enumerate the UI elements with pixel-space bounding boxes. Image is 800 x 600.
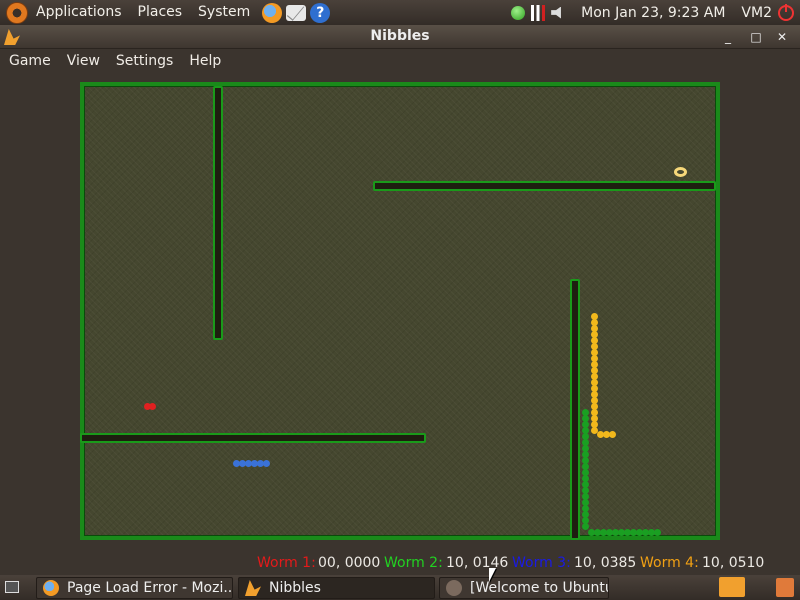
places-menu[interactable]: Places [130, 0, 191, 25]
worm-4-score: 10, 0510 [702, 555, 765, 571]
game-board[interactable] [80, 82, 720, 540]
bottom-panel: Page Load Error - Mozi... Nibbles [Welco… [0, 575, 800, 600]
mouse-cursor-icon [489, 568, 496, 582]
worm-3-label: Worm 3: [512, 555, 571, 571]
nibbles-window: Nibbles _ □ ✕ Game View Settings Help Wo… [0, 25, 800, 575]
worm-segment [582, 523, 589, 530]
menu-settings[interactable]: Settings [108, 53, 181, 69]
task-nibbles[interactable]: Nibbles [238, 577, 435, 599]
title-bar[interactable]: Nibbles _ □ ✕ [0, 25, 800, 49]
system-tray: Mon Jan 23, 9:23 AM VM2 [511, 3, 800, 21]
menu-help[interactable]: Help [181, 53, 229, 69]
worm-segment [263, 460, 270, 467]
nibbles-icon [245, 580, 261, 596]
worm-2-score: 10, 0146 [446, 555, 509, 571]
wall-horizontal-top-right [373, 181, 716, 191]
worm-3-score: 10, 0385 [574, 555, 637, 571]
menu-view[interactable]: View [59, 53, 108, 69]
browser-icon [446, 580, 462, 596]
nibbles-tray-icon[interactable] [719, 577, 745, 597]
network-status-icon[interactable] [511, 5, 526, 20]
user-menu[interactable]: VM2 [741, 5, 772, 21]
maximize-button[interactable]: □ [747, 28, 765, 46]
worm-1-score: 00, 0000 [318, 555, 381, 571]
task-label: [Welcome to Ubuntu 9.... [470, 580, 609, 596]
worm-1-label: Worm 1: [257, 555, 316, 571]
worm-4-label: Worm 4: [640, 555, 699, 571]
applications-menu[interactable]: Applications [28, 0, 130, 25]
top-panel: Applications Places System ? Mon Jan 23,… [0, 0, 800, 25]
close-button[interactable]: ✕ [773, 28, 791, 46]
task-firefox[interactable]: Page Load Error - Mozi... [36, 577, 233, 599]
scoreboard: Worm 1: 00, 0000 Worm 2: 10, 0146 Worm 3… [0, 552, 800, 574]
window-title: Nibbles [370, 28, 430, 44]
worm-segment [654, 529, 661, 536]
clock[interactable]: Mon Jan 23, 9:23 AM [571, 5, 735, 21]
show-desktop-icon[interactable] [5, 581, 19, 593]
mail-launcher-icon[interactable] [286, 4, 307, 21]
ubuntu-logo-icon[interactable] [6, 1, 28, 24]
signal-icon[interactable] [531, 4, 546, 21]
menu-bar: Game View Settings Help [0, 49, 800, 73]
help-launcher-icon[interactable]: ? [310, 2, 331, 23]
worm-segment [149, 403, 156, 410]
wall-vertical-left [213, 86, 223, 340]
trash-icon[interactable] [776, 578, 794, 597]
task-welcome[interactable]: [Welcome to Ubuntu 9.... [439, 577, 609, 599]
system-menu[interactable]: System [190, 0, 258, 25]
worm-segment [609, 431, 616, 438]
wall-horizontal-bottom-left [80, 433, 426, 443]
wall-vertical-right [570, 279, 580, 540]
power-icon[interactable] [778, 3, 794, 21]
task-label: Page Load Error - Mozi... [67, 580, 233, 596]
volume-icon[interactable] [551, 6, 561, 19]
task-label: Nibbles [269, 580, 321, 596]
bonus-ring [674, 167, 687, 177]
firefox-icon [43, 580, 59, 596]
firefox-launcher-icon[interactable] [262, 2, 283, 23]
worm-2-label: Worm 2: [384, 555, 443, 571]
minimize-button[interactable]: _ [719, 28, 737, 46]
menu-game[interactable]: Game [1, 53, 59, 69]
